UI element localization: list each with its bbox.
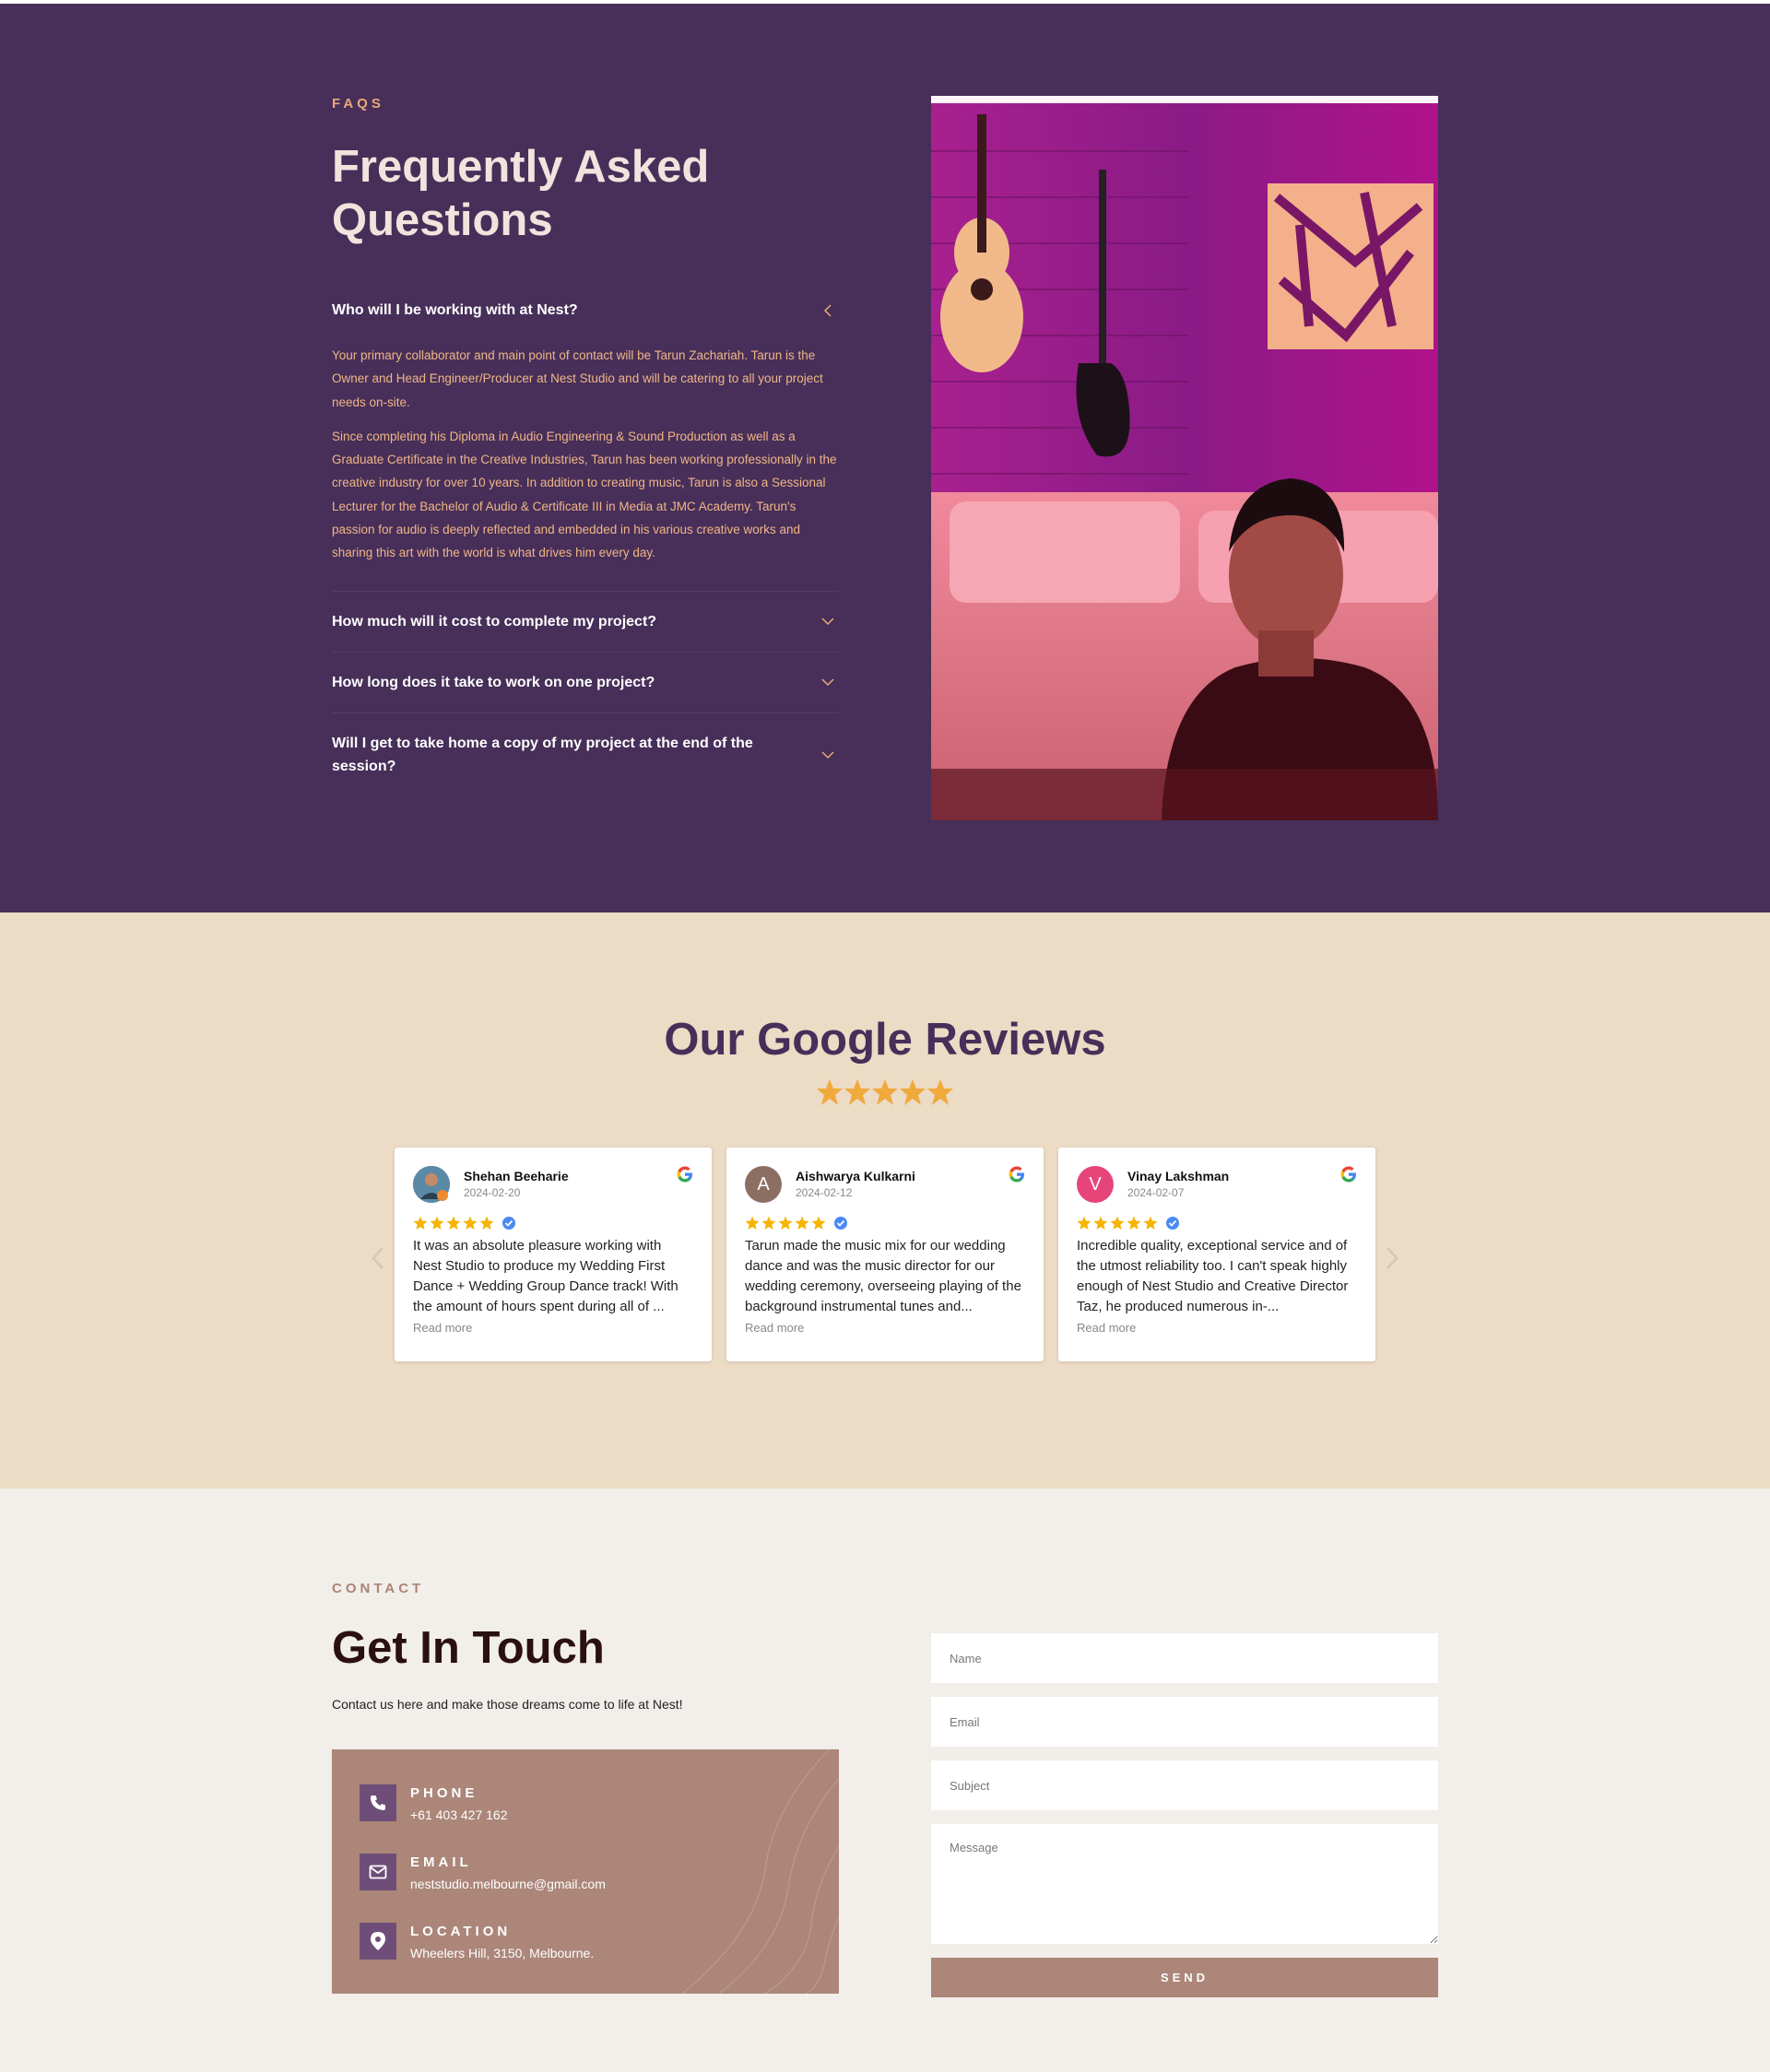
contact-section: CONTACT Get In Touch Contact us here and… (0, 1489, 1770, 2072)
star-icon-row (413, 1216, 494, 1230)
review-card: V Vinay Lakshman 2024-02-07 Incredible q… (1058, 1148, 1375, 1361)
avatar-photo-icon (413, 1166, 450, 1203)
review-card: Shehan Beeharie 2024-02-20 It was an abs… (395, 1148, 712, 1361)
star-icon-row (1077, 1216, 1158, 1230)
verified-badge-icon (834, 1217, 847, 1230)
reviews-section: Our Google Reviews Shehan Beeharie 2024-… (0, 912, 1770, 1489)
reviews-prev-arrow[interactable] (369, 1244, 387, 1272)
read-more-link[interactable]: Read more (745, 1321, 1025, 1335)
email-input[interactable] (931, 1697, 1438, 1747)
phone-label: PHONE (410, 1785, 478, 1801)
name-input[interactable] (931, 1633, 1438, 1683)
chevron-down-icon (817, 610, 839, 632)
chevron-down-icon (817, 744, 839, 766)
review-date: 2024-02-12 (796, 1186, 853, 1199)
faq-question: How much will it cost to complete my pro… (332, 613, 657, 630)
contact-eyebrow: CONTACT (332, 1581, 425, 1596)
email-label: EMAIL (410, 1854, 472, 1870)
faq-question-toggle[interactable]: How long does it take to work on one pro… (332, 653, 839, 712)
location-value: Wheelers Hill, 3150, Melbourne. (410, 1946, 595, 1960)
faq-item: How much will it cost to complete my pro… (332, 592, 839, 653)
faq-question-toggle[interactable]: Will I get to take home a copy of my pro… (332, 713, 839, 796)
faq-answer-paragraph: Since completing his Diploma in Audio En… (332, 429, 837, 560)
avatar (413, 1166, 450, 1203)
email-value[interactable]: neststudio.melbourne@gmail.com (410, 1877, 606, 1891)
faq-answer: Your primary collaborator and main point… (332, 340, 839, 591)
contact-title: Get In Touch (332, 1623, 605, 1673)
review-text: It was an absolute pleasure working with… (413, 1238, 678, 1314)
review-date: 2024-02-07 (1127, 1186, 1185, 1199)
chevron-left-icon (372, 1247, 384, 1269)
contact-subtitle: Contact us here and make those dreams co… (332, 1697, 683, 1712)
avatar: V (1077, 1166, 1114, 1203)
star-icon-row (745, 1216, 826, 1230)
overall-rating-stars (0, 1078, 1770, 1113)
contact-phone: PHONE +61 403 427 162 (360, 1784, 508, 1822)
google-logo-icon (1009, 1166, 1025, 1187)
faq-answer-paragraph: Your primary collaborator and main point… (332, 348, 823, 409)
faq-question: How long does it take to work on one pro… (332, 674, 655, 690)
send-button[interactable]: SEND (931, 1958, 1438, 1997)
review-card: A Aishwarya Kulkarni 2024-02-12 Tarun ma… (726, 1148, 1044, 1361)
faq-item: Will I get to take home a copy of my pro… (332, 713, 839, 796)
studio-photo (931, 96, 1438, 820)
review-stars (1077, 1216, 1357, 1230)
faq-title: Frequently Asked Questions (332, 142, 710, 245)
chevron-down-icon (817, 671, 839, 693)
studio-photo-illustration (931, 96, 1438, 820)
review-header: V Vinay Lakshman 2024-02-07 (1077, 1166, 1357, 1203)
review-stars (745, 1216, 1025, 1230)
faq-item: How long does it take to work on one pro… (332, 653, 839, 713)
faq-section: FAQS Frequently Asked Questions Who will… (0, 0, 1770, 912)
contact-form: SEND (931, 1633, 1438, 1997)
contact-email: EMAIL neststudio.melbourne@gmail.com (360, 1854, 606, 1891)
faq-question-toggle[interactable]: Who will I be working with at Nest? (332, 280, 839, 340)
google-logo-icon (1340, 1166, 1357, 1187)
review-date: 2024-02-20 (464, 1186, 521, 1199)
faq-item: Who will I be working with at Nest? Your… (332, 280, 839, 592)
review-text: Incredible quality, exceptional service … (1077, 1238, 1349, 1314)
phone-icon (360, 1784, 396, 1821)
review-stars (413, 1216, 693, 1230)
review-header: A Aishwarya Kulkarni 2024-02-12 (745, 1166, 1025, 1203)
contact-location: LOCATION Wheelers Hill, 3150, Melbourne. (360, 1923, 594, 1960)
envelope-icon (360, 1854, 396, 1890)
faq-accordion: Who will I be working with at Nest? Your… (332, 280, 839, 796)
location-label: LOCATION (410, 1924, 512, 1939)
message-textarea[interactable] (931, 1824, 1438, 1944)
read-more-link[interactable]: Read more (1077, 1321, 1357, 1335)
reviewer-name: Shehan Beeharie (464, 1169, 569, 1183)
faq-question-toggle[interactable]: How much will it cost to complete my pro… (332, 592, 839, 652)
read-more-link[interactable]: Read more (413, 1321, 693, 1335)
reviews-title: Our Google Reviews (664, 1015, 1106, 1065)
star-icon-row (817, 1079, 953, 1105)
subject-input[interactable] (931, 1760, 1438, 1810)
google-logo-icon (677, 1166, 693, 1187)
avatar: A (745, 1166, 782, 1203)
phone-value[interactable]: +61 403 427 162 (410, 1807, 508, 1822)
chevron-right-icon (1386, 1247, 1398, 1269)
faq-question: Who will I be working with at Nest? (332, 302, 578, 318)
faq-eyebrow: FAQS (332, 96, 384, 112)
review-header: Shehan Beeharie 2024-02-20 (413, 1166, 693, 1203)
verified-badge-icon (502, 1217, 515, 1230)
faq-question: Will I get to take home a copy of my pro… (332, 735, 753, 774)
reviewer-name: Aishwarya Kulkarni (796, 1169, 915, 1183)
map-pin-icon (360, 1923, 396, 1960)
review-text: Tarun made the music mix for our wedding… (745, 1238, 1021, 1314)
reviews-next-arrow[interactable] (1383, 1244, 1401, 1272)
contact-info-card: PHONE +61 403 427 162 EMAIL neststudio.m… (332, 1749, 839, 1994)
chevron-left-icon (817, 300, 839, 322)
verified-badge-icon (1166, 1217, 1179, 1230)
reviewer-name: Vinay Lakshman (1127, 1169, 1230, 1183)
